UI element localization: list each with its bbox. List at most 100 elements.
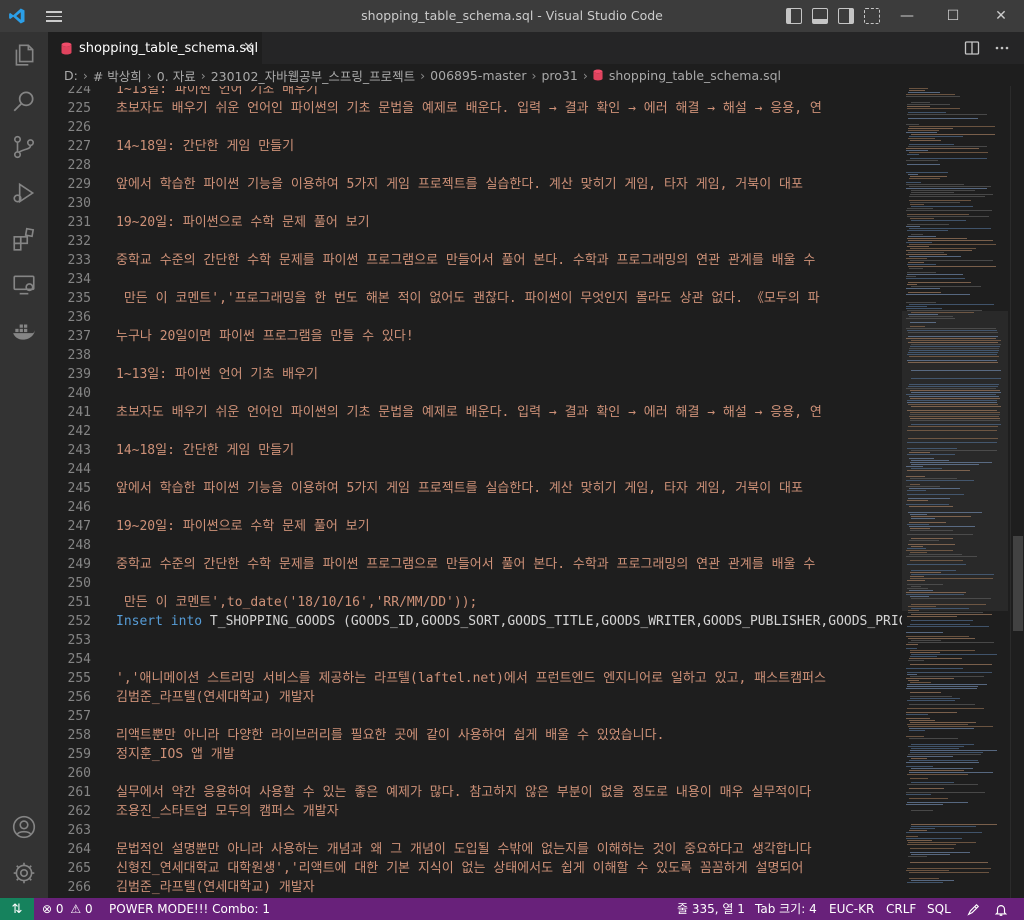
end-of-line[interactable]: CRLF [886,898,916,920]
code-line[interactable]: 231 19~20일: 파이썬으로 수학 문제 풀어 보기 [48,213,902,232]
code-line[interactable]: 235 만든 이 코멘트','프로그래밍을 한 번도 해본 적이 없어도 괜찮다… [48,289,902,308]
code-line[interactable]: 264 문법적인 설명뿐만 아니라 사용하는 개념과 왜 그 개념이 도입될 수밖… [48,840,902,859]
line-text: 김범준_라프텔(연세대학교) 개발자 [116,880,315,895]
toggle-primary-sidebar-icon[interactable] [786,8,802,24]
minimap-line [906,476,925,477]
vertical-scrollbar[interactable] [1010,86,1024,898]
minimap-line [908,130,939,131]
remote-indicator-icon[interactable]: ⇅ [0,898,34,920]
breadcrumb-drive[interactable]: D: [64,68,78,83]
line-number: 226 [67,120,91,135]
error-icon: ⊗ [42,902,53,916]
code-line[interactable]: 237 누구나 20일이면 파이썬 프로그램을 만들 수 있다! [48,327,902,346]
power-mode-status[interactable]: POWER MODE!!! Combo: 1 [109,898,270,920]
code-line[interactable]: 234 [48,270,902,289]
code-line[interactable]: 265 신형진_연세대학교 대학원생','리액트에 대한 기본 지식이 없는 상태… [48,859,902,878]
split-editor-icon[interactable] [964,40,980,56]
code-line[interactable]: 246 [48,498,902,517]
tab-size[interactable]: Tab 크기: 4 [755,898,817,920]
code-line[interactable]: 256 김범준_라프텔(연세대학교) 개발자 [48,688,902,707]
more-actions-icon[interactable] [994,40,1010,56]
remote-explorer-icon[interactable] [0,262,48,308]
code-line[interactable]: 225 초보자도 배우기 쉬운 언어인 파이썬의 기초 문법을 예제로 배운다. … [48,99,902,118]
code-line[interactable]: 242 [48,422,902,441]
code-line[interactable]: 230 [48,194,902,213]
breadcrumb-folder-5[interactable]: pro31 [541,68,577,83]
minimap-line [910,828,935,829]
code-line[interactable]: 244 [48,460,902,479]
code-line[interactable]: 261 실무에서 약간 응용하여 사용할 수 있는 좋은 예제가 많다. 참고하지… [48,783,902,802]
minimap-line [911,654,997,655]
minimap-line [909,720,935,721]
code-line[interactable]: 229 앞에서 학습한 파이썬 기능을 이용하여 5가지 게임 프로젝트를 실습한… [48,175,902,194]
code-line[interactable]: 240 [48,384,902,403]
code-editor[interactable]: 224 1~13일: 파이썬 언어 기초 배우기 225 초보자도 배우기 쉬운 언어… [48,86,902,898]
feedback-icon[interactable] [966,898,980,920]
minimap-line [909,350,999,351]
minimap-line [908,512,982,513]
code-line[interactable]: 238 [48,346,902,365]
cursor-position[interactable]: 줄 335, 열 1 [677,898,745,920]
extensions-icon[interactable] [0,216,48,262]
code-line[interactable]: 239 1~13일: 파이썬 언어 기초 배우기 [48,365,902,384]
scrollbar-thumb[interactable] [1013,536,1023,631]
close-window-button[interactable]: ✕ [978,0,1024,32]
breadcrumb-folder-2[interactable]: 0. 자료 [157,66,196,85]
problems-indicator[interactable]: ⊗ 0 ⚠ 0 [42,898,93,920]
code-line[interactable]: 241 초보자도 배우기 쉬운 언어인 파이썬의 기초 문법을 예제로 배운다. … [48,403,902,422]
code-line[interactable]: 254 [48,650,902,669]
settings-gear-icon[interactable] [0,850,48,896]
notifications-bell-icon[interactable] [994,898,1008,920]
code-line[interactable]: 248 [48,536,902,555]
toggle-panel-icon[interactable] [812,8,828,24]
code-line[interactable]: 250 [48,574,902,593]
accounts-icon[interactable] [0,804,48,850]
code-line[interactable]: 255 ','애니메이션 스트리밍 서비스를 제공하는 라프텔(laftel.ne… [48,669,902,688]
code-line[interactable]: 232 [48,232,902,251]
minimap-line [906,678,954,679]
code-line[interactable]: 259 정지훈_IOS 앱 개발 [48,745,902,764]
code-line[interactable]: 224 1~13일: 파이썬 언어 기초 배우기 [48,86,902,99]
breadcrumb-folder-3[interactable]: 230102_자바웹공부_스프링_프로젝트 [211,66,415,85]
breadcrumb-folder-1[interactable]: # 박상희 [93,66,142,85]
search-icon[interactable] [0,78,48,124]
toggle-secondary-sidebar-icon[interactable] [838,8,854,24]
source-control-icon[interactable] [0,124,48,170]
code-line[interactable]: 251 만든 이 코멘트',to_date('18/10/16','RR/MM/… [48,593,902,612]
minimap[interactable] [902,86,1008,898]
code-line[interactable]: 227 14~18일: 간단한 게임 만들기 [48,137,902,156]
minimap-line [907,402,997,403]
code-line[interactable]: 257 [48,707,902,726]
run-debug-icon[interactable] [0,170,48,216]
code-line[interactable]: 249 중학교 수준의 간단한 수학 문제를 파이썬 프로그램으로 만들어서 풀어… [48,555,902,574]
language-mode[interactable]: SQL [927,898,951,920]
code-line[interactable]: 262 조용진_스타트업 모두의 캠퍼스 개발자 [48,802,902,821]
encoding[interactable]: EUC-KR [829,898,874,920]
minimap-line [909,304,994,305]
code-line[interactable]: 236 [48,308,902,327]
code-line[interactable]: 247 19~20일: 파이썬으로 수학 문제 풀어 보기 [48,517,902,536]
line-number: 250 [67,576,91,591]
code-line[interactable]: 266 김범준_라프텔(연세대학교) 개발자 [48,878,902,897]
code-line[interactable]: 243 14~18일: 간단한 게임 만들기 [48,441,902,460]
code-line[interactable]: 252 Insert into T_SHOPPING_GOODS (GOODS_I… [48,612,902,631]
customize-layout-icon[interactable] [864,8,880,24]
breadcrumb-folder-4[interactable]: 006895-master [430,68,526,83]
minimize-button[interactable]: — [884,0,930,32]
breadcrumb-file[interactable]: shopping_table_schema.sql [609,68,781,83]
tab-shopping-table-schema[interactable]: shopping_table_schema.sql ✕ [48,32,262,64]
code-line[interactable]: 245 앞에서 학습한 파이썬 기능을 이용하여 5가지 게임 프로젝트를 실습한… [48,479,902,498]
code-line[interactable]: 260 [48,764,902,783]
explorer-icon[interactable] [0,32,48,78]
maximize-button[interactable]: ☐ [930,0,976,32]
code-line[interactable]: 253 [48,631,902,650]
docker-icon[interactable] [0,308,48,354]
code-line[interactable]: 228 [48,156,902,175]
code-line[interactable]: 263 [48,821,902,840]
code-line[interactable]: 233 중학교 수준의 간단한 수학 문제를 파이썬 프로그램으로 만들어서 풀어… [48,251,902,270]
code-line[interactable]: 258 리액트뿐만 아니라 다양한 라이브러리를 필요한 곳에 같이 사용하여 쉽… [48,726,902,745]
close-tab-icon[interactable]: ✕ [243,40,254,55]
menu-icon[interactable] [44,8,64,24]
code-line[interactable]: 226 [48,118,902,137]
database-file-icon [61,42,72,54]
